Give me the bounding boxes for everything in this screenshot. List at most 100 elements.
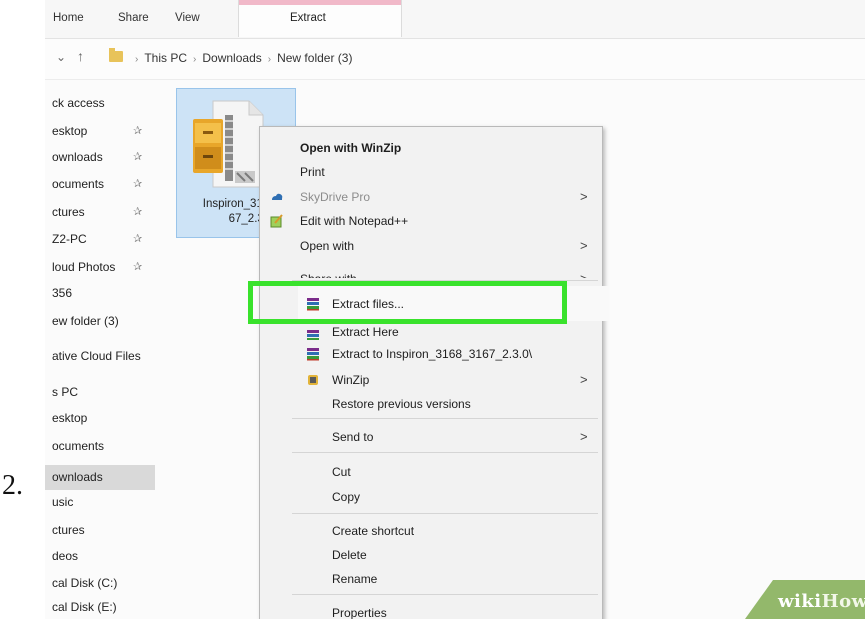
nav-item-label: ocuments [52,177,105,191]
ribbon-tabs: Home Share View Extract [45,0,865,39]
nav-item-label: cal Disk (C:) [52,576,118,590]
menu-item-label: Create shortcut [332,524,415,538]
nav-item-documents-2[interactable]: ocuments [45,435,155,457]
menu-item-winzip[interactable]: WinZip > [260,369,602,391]
nav-item-label: ownloads [52,150,103,164]
pin-icon: ✰ [133,178,143,190]
menu-item-create-shortcut[interactable]: Create shortcut [260,520,602,542]
context-menu: Open with WinZip Print SkyDrive Pro > Ed… [259,126,609,619]
nav-item-label: esktop [52,124,88,138]
nav-item-videos[interactable]: deos [45,545,155,567]
tab-home[interactable]: Home [53,12,84,24]
breadcrumb-downloads[interactable]: Downloads [202,51,261,65]
nav-item-local-disk-e[interactable]: cal Disk (E:) [45,596,155,618]
menu-item-restore-previous-versions[interactable]: Restore previous versions [260,393,602,415]
submenu-arrow-icon: > [580,372,588,387]
pin-icon: ✰ [133,151,143,163]
menu-separator [292,452,598,453]
menu-item-open-with-winzip[interactable]: Open with WinZip [260,137,602,159]
menu-item-edit-with-notepadpp[interactable]: Edit with Notepad++ [260,210,602,232]
menu-item-label: Restore previous versions [332,397,471,411]
menu-separator [292,513,598,514]
nav-item-label: Z2-PC [52,232,87,246]
menu-item-extract-here[interactable]: Extract Here [260,327,602,340]
folder-icon [109,48,123,62]
breadcrumb-separator-icon: › [267,54,272,65]
nav-item-this-pc[interactable]: s PC [45,381,155,403]
tab-extract[interactable]: Extract [238,0,402,37]
menu-item-label: Copy [332,490,361,504]
nav-item-cloud-photos[interactable]: loud Photos ✰ [45,256,155,278]
nav-item-documents[interactable]: ocuments ✰ [45,173,155,195]
nav-item-new-folder[interactable]: ew folder (3) [45,310,155,332]
menu-item-label: Open with WinZip [300,141,402,155]
menu-item-label: Edit with Notepad++ [300,214,409,228]
menu-item-label: Extract Here [332,327,399,339]
menu-item-share-with[interactable]: Share with > [260,264,602,278]
menu-item-label: Share with [300,268,357,278]
wikihow-logo-wiki: wiki [778,591,822,612]
nav-item-356[interactable]: 356 [45,282,155,304]
winrar-icon [307,330,319,340]
nav-item-downloads-selected[interactable]: ownloads [45,465,155,490]
breadcrumb-new-folder[interactable]: New folder (3) [277,51,352,65]
menu-item-delete[interactable]: Delete [260,544,602,566]
nav-item-desktop-2[interactable]: esktop [45,407,155,429]
nav-item-label: ctures [52,523,85,537]
menu-item-print[interactable]: Print [260,161,602,183]
menu-item-label: WinZip [332,373,370,387]
menu-item-send-to[interactable]: Send to > [260,426,602,448]
recent-locations-chevron-icon[interactable]: ⌄ [56,50,66,64]
menu-item-label: SkyDrive Pro [300,190,371,204]
nav-item-label: ck access [52,96,105,110]
notepadpp-icon [270,214,283,228]
tab-view[interactable]: View [175,12,200,24]
nav-item-label: ew folder (3) [52,314,119,328]
menu-item-label: Rename [332,572,378,586]
menu-item-label: Open with [300,239,355,253]
nav-item-label: ocuments [52,439,105,453]
menu-item-cut[interactable]: Cut [260,461,602,483]
nav-item-pictures[interactable]: ctures ✰ [45,201,155,223]
nav-item-creative-cloud-files[interactable]: ative Cloud Files [45,345,155,367]
nav-item-pc[interactable]: Z2-PC ✰ [45,228,155,250]
nav-item-label: ctures [52,205,85,219]
highlight-box [248,281,567,324]
nav-item-label: loud Photos [52,260,116,274]
submenu-arrow-icon: > [580,189,588,204]
nav-item-label: deos [52,549,79,563]
nav-item-pictures-2[interactable]: ctures [45,519,155,541]
tab-share[interactable]: Share [118,12,149,24]
submenu-arrow-icon: > [580,238,588,253]
nav-item-desktop[interactable]: esktop ✰ [45,120,155,142]
breadcrumb-separator-icon: › [135,54,139,65]
menu-item-skydrive-pro[interactable]: SkyDrive Pro > [260,186,602,208]
up-arrow-icon[interactable]: ↑ [77,48,84,64]
nav-item-music[interactable]: usic [45,491,155,513]
nav-item-label: usic [52,495,74,509]
breadcrumb: › This PC › Downloads › New folder (3) [129,51,352,65]
menu-separator [292,418,598,419]
nav-item-label: s PC [52,385,79,399]
menu-item-open-with[interactable]: Open with > [260,235,602,257]
step-number: 2. [2,470,23,501]
navigation-pane: ck access esktop ✰ ownloads ✰ ocuments ✰ ct… [45,80,157,619]
nav-item-downloads[interactable]: ownloads ✰ [45,146,155,168]
winzip-archive-icon [193,100,264,188]
nav-item-label: esktop [52,411,88,425]
nav-item-quick-access[interactable]: ck access [45,92,155,114]
menu-item-extract-to[interactable]: Extract to Inspiron_3168_3167_2.3.0\ [260,343,602,365]
menu-item-copy[interactable]: Copy [260,486,602,508]
menu-item-label: Cut [332,465,351,479]
nav-item-label: cal Disk (E:) [52,600,117,614]
nav-item-label: 356 [52,286,73,300]
pin-icon: ✰ [133,261,143,273]
nav-item-local-disk-c[interactable]: cal Disk (C:) [45,572,155,594]
breadcrumb-separator-icon: › [193,54,197,65]
menu-item-properties[interactable]: Properties [260,602,602,619]
menu-item-rename[interactable]: Rename [260,568,602,590]
pin-icon: ✰ [133,206,143,218]
breadcrumb-this-pc[interactable]: This PC [144,51,187,65]
submenu-arrow-icon: > [580,268,588,278]
menu-item-label: Send to [332,430,374,444]
